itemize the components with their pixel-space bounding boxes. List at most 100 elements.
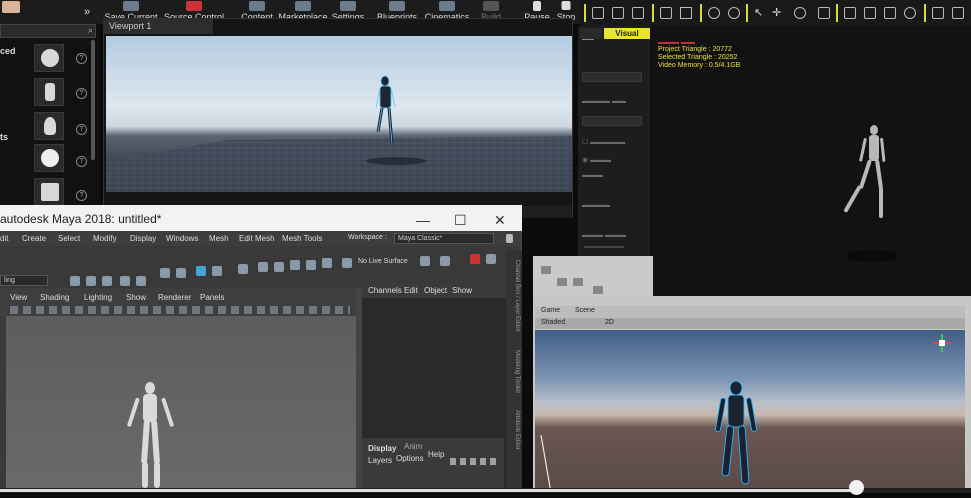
side-tab-channel-box[interactable]: Channel Box / Layer Editor — [514, 260, 520, 332]
new-file-icon[interactable] — [592, 7, 604, 19]
details-field[interactable] — [582, 116, 642, 126]
snap-surface-icon[interactable] — [306, 260, 316, 270]
cone-actor-item[interactable] — [34, 112, 64, 140]
channel-menu-show[interactable]: Show — [452, 286, 472, 295]
menu-mesh-tools[interactable]: Mesh Tools — [282, 234, 322, 243]
scene-gizmo-icon[interactable] — [933, 334, 951, 352]
move-icon[interactable]: ✛ — [772, 7, 784, 19]
unreal-viewport-scene[interactable] — [106, 36, 572, 192]
panel-menu-shading[interactable]: Shading — [40, 293, 69, 302]
details-tab-inactive[interactable] — [580, 28, 602, 39]
maya-toolbox[interactable] — [0, 316, 6, 493]
visual-tab[interactable]: Visual — [604, 28, 650, 39]
undo-icon[interactable] — [120, 276, 130, 286]
visibility-eye-icon[interactable] — [904, 7, 916, 19]
snap-view-icon[interactable] — [290, 260, 300, 270]
open-scene-icon[interactable] — [86, 276, 96, 286]
select-arrow-icon[interactable]: ↖ — [754, 7, 766, 19]
details-field[interactable] — [582, 72, 642, 82]
scale-icon[interactable] — [818, 7, 830, 19]
undo-icon[interactable] — [708, 7, 720, 19]
viewport-tab[interactable]: Viewport 1 — [103, 18, 213, 34]
point-light-item[interactable] — [34, 144, 64, 172]
grid-toggle-icon[interactable] — [952, 7, 964, 19]
side-tab-attribute-editor[interactable]: Attribute Editor — [514, 410, 520, 450]
select-by-component-icon[interactable] — [196, 266, 206, 276]
redo-icon[interactable] — [136, 276, 146, 286]
pin-icon[interactable] — [660, 7, 672, 19]
open-folder-icon[interactable] — [612, 7, 624, 19]
panel-scrollbar[interactable] — [91, 40, 95, 160]
new-scene-icon[interactable] — [70, 276, 80, 286]
help-icon[interactable]: ? — [76, 190, 87, 201]
scene-tab[interactable]: Scene — [575, 307, 595, 314]
help-icon[interactable]: ? — [76, 156, 87, 167]
unreal-search-input[interactable]: ⌕ — [0, 24, 96, 38]
grid-icon[interactable] — [864, 7, 876, 19]
panel-menu-panels[interactable]: Panels — [200, 293, 224, 302]
layer-buttons[interactable] — [450, 458, 500, 465]
ipr-render-icon[interactable] — [440, 256, 450, 266]
snap-point-icon[interactable] — [274, 262, 284, 272]
snap-grid-icon[interactable] — [238, 264, 248, 274]
close-button[interactable]: ✕ — [494, 212, 506, 229]
menu-create[interactable]: Create — [22, 234, 46, 243]
save-icon[interactable] — [632, 7, 644, 19]
rotate-icon[interactable] — [794, 7, 806, 19]
redo-icon[interactable] — [728, 7, 740, 19]
import-icon[interactable] — [680, 7, 692, 19]
workspace-dropdown[interactable]: Maya Classic* — [394, 233, 494, 244]
render-settings-icon[interactable] — [470, 254, 480, 264]
hypershade-icon[interactable] — [486, 254, 496, 264]
move-tool-icon[interactable] — [557, 278, 567, 286]
side-tab-modeling-toolkit[interactable]: Modeling Toolkit — [514, 350, 520, 393]
shading-mode-dropdown[interactable]: Shaded — [541, 319, 565, 326]
maya-viewport[interactable] — [6, 316, 356, 493]
help-icon[interactable]: ? — [76, 88, 87, 99]
channel-menu-object[interactable]: Object — [424, 286, 447, 295]
box-actor-item[interactable] — [34, 178, 64, 206]
play-icon[interactable] — [932, 7, 944, 19]
lock-icon[interactable] — [506, 234, 513, 243]
snap-curve-icon[interactable] — [258, 262, 268, 272]
snap-icon[interactable] — [844, 7, 856, 19]
maximize-button[interactable]: ☐ — [454, 212, 467, 229]
sphere-actor-item[interactable] — [34, 44, 64, 72]
menu-edit[interactable]: dit — [0, 234, 8, 243]
help-icon[interactable]: ? — [76, 124, 87, 135]
hand-tool-icon[interactable] — [541, 266, 551, 274]
save-scene-icon[interactable] — [102, 276, 112, 286]
menu-display[interactable]: Display — [130, 234, 156, 243]
select-by-object-icon[interactable] — [176, 268, 186, 278]
unity-scene-view[interactable] — [535, 330, 965, 493]
layers-menu[interactable]: Layers — [368, 456, 392, 465]
viewport-toolbar-icons[interactable] — [10, 306, 350, 314]
channel-menu-channels[interactable]: Channels — [368, 286, 402, 295]
options-menu[interactable]: Options — [396, 454, 424, 463]
menu-select[interactable]: Select — [58, 234, 80, 243]
layers-icon[interactable] — [884, 7, 896, 19]
magnet-icon[interactable] — [322, 258, 332, 268]
select-mask-icon[interactable] — [212, 266, 222, 276]
details-slider[interactable] — [584, 246, 624, 248]
panel-menu-renderer[interactable]: Renderer — [158, 293, 191, 302]
display-tab[interactable]: Display — [368, 444, 396, 453]
rotate-tool-icon[interactable] — [573, 278, 583, 286]
anim-tab[interactable]: Anim — [404, 442, 422, 451]
panel-menu-show[interactable]: Show — [126, 293, 146, 302]
menu-mesh[interactable]: Mesh — [209, 234, 229, 243]
channel-menu-edit[interactable]: Edit — [404, 286, 418, 295]
2d-toggle[interactable]: 2D — [605, 319, 614, 326]
menu-modify[interactable]: Modify — [93, 234, 117, 243]
cylinder-actor-item[interactable] — [34, 78, 64, 106]
make-live-icon[interactable] — [342, 258, 352, 268]
game-tab[interactable]: Game — [541, 307, 560, 314]
select-by-hierarchy-icon[interactable] — [160, 268, 170, 278]
expand-chevron-icon[interactable]: » — [80, 0, 94, 24]
menu-edit-mesh[interactable]: Edit Mesh — [239, 234, 275, 243]
workspace-selector[interactable]: Workspace : — [348, 234, 387, 241]
menu-set-dropdown[interactable]: ling — [0, 275, 48, 286]
panel-menu-view[interactable]: View — [10, 293, 27, 302]
help-icon[interactable]: ? — [76, 53, 87, 64]
render-icon[interactable] — [420, 256, 430, 266]
